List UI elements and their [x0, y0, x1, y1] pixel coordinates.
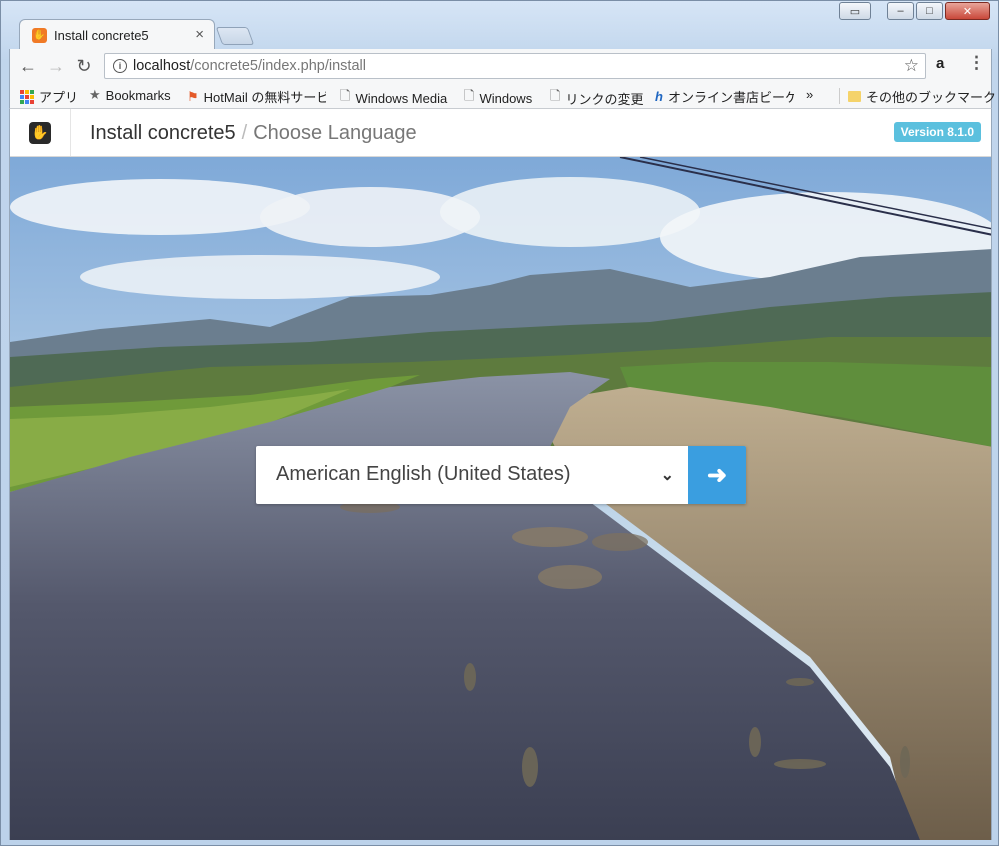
- breadcrumb-current: Choose Language: [253, 122, 417, 144]
- h-icon: h: [655, 89, 663, 104]
- bookmarks-overflow-button[interactable]: »: [806, 87, 813, 102]
- amazon-extension-icon[interactable]: a: [936, 55, 944, 72]
- bookmarks-bar: アプリ ★ Bookmarks ⚑ HotMail の無料サービ 🗋 Windo…: [9, 83, 996, 109]
- browser-window: ▭ – □ ✕ ✋ Install concrete5 × ← → ↻ i lo…: [0, 0, 999, 846]
- page-icon: 🗋: [550, 88, 561, 103]
- window-controls: ▭ – □ ✕: [839, 2, 990, 20]
- logo-container[interactable]: ✋: [10, 109, 71, 156]
- user-icon[interactable]: ▭: [839, 2, 871, 20]
- reload-icon[interactable]: ↻: [74, 56, 94, 77]
- folder-icon: [848, 91, 861, 102]
- browser-menu-icon[interactable]: ⋮: [968, 53, 985, 73]
- arrow-right-icon: ➜: [706, 461, 728, 489]
- bookmark-other-folder[interactable]: その他のブックマーク: [848, 87, 996, 106]
- bookmark-online-bookstore[interactable]: h オンライン書店ビーケ: [655, 87, 794, 106]
- minimize-button[interactable]: –: [887, 2, 914, 20]
- bookmark-bookmarks[interactable]: ★ Bookmarks: [89, 87, 171, 103]
- star-icon: ★: [89, 87, 101, 102]
- forward-icon[interactable]: →: [46, 56, 66, 77]
- language-form: American English (United States) ⌄ ➜: [256, 446, 746, 504]
- back-icon[interactable]: ←: [18, 56, 38, 77]
- page-icon: 🗋: [464, 88, 475, 103]
- apps-icon: [20, 89, 34, 104]
- bookmark-link-change[interactable]: 🗋 リンクの変更: [550, 87, 643, 109]
- concrete5-favicon-icon: ✋: [32, 28, 47, 43]
- page-icon: 🗋: [340, 88, 351, 103]
- address-bar[interactable]: i localhost/concrete5/index.php/install …: [104, 53, 926, 79]
- version-badge: Version 8.1.0: [893, 122, 981, 142]
- language-select-value: American English (United States): [276, 463, 571, 485]
- continue-button[interactable]: ➜: [688, 446, 746, 504]
- overflow-icon: »: [806, 87, 814, 102]
- url-text[interactable]: localhost/concrete5/index.php/install: [133, 58, 366, 74]
- chevron-down-icon: ⌄: [660, 467, 674, 484]
- language-select[interactable]: American English (United States) ⌄: [256, 446, 688, 504]
- concrete5-logo-icon: ✋: [29, 121, 51, 144]
- bookmark-windows[interactable]: 🗋 Windows: [464, 87, 532, 109]
- new-tab-button[interactable]: [215, 27, 255, 45]
- close-window-button[interactable]: ✕: [945, 2, 990, 20]
- tab-close-icon[interactable]: ×: [195, 26, 204, 43]
- bookmark-apps[interactable]: アプリ: [20, 87, 78, 106]
- browser-toolbar: ← → ↻ i localhost/concrete5/index.php/in…: [9, 49, 992, 83]
- bookmark-star-icon[interactable]: ☆: [904, 56, 919, 76]
- bookmarks-divider: [839, 88, 840, 104]
- maximize-button[interactable]: □: [916, 2, 943, 20]
- installer-header: ✋ Install concrete5/Choose Language Vers…: [10, 109, 991, 157]
- breadcrumb: Install concrete5/Choose Language: [90, 122, 417, 145]
- info-icon[interactable]: i: [113, 59, 127, 73]
- windows-flag-icon: ⚑: [187, 88, 199, 104]
- page-content: ✋ Install concrete5/Choose Language Vers…: [9, 109, 992, 840]
- breadcrumb-separator: /: [241, 122, 248, 144]
- tab-title: Install concrete5: [54, 28, 149, 43]
- bookmark-windows-media[interactable]: 🗋 Windows Media: [340, 87, 447, 109]
- browser-tab[interactable]: ✋ Install concrete5 ×: [19, 19, 215, 49]
- bookmark-hotmail[interactable]: ⚑ HotMail の無料サービ: [187, 87, 326, 106]
- breadcrumb-title: Install concrete5: [90, 122, 236, 144]
